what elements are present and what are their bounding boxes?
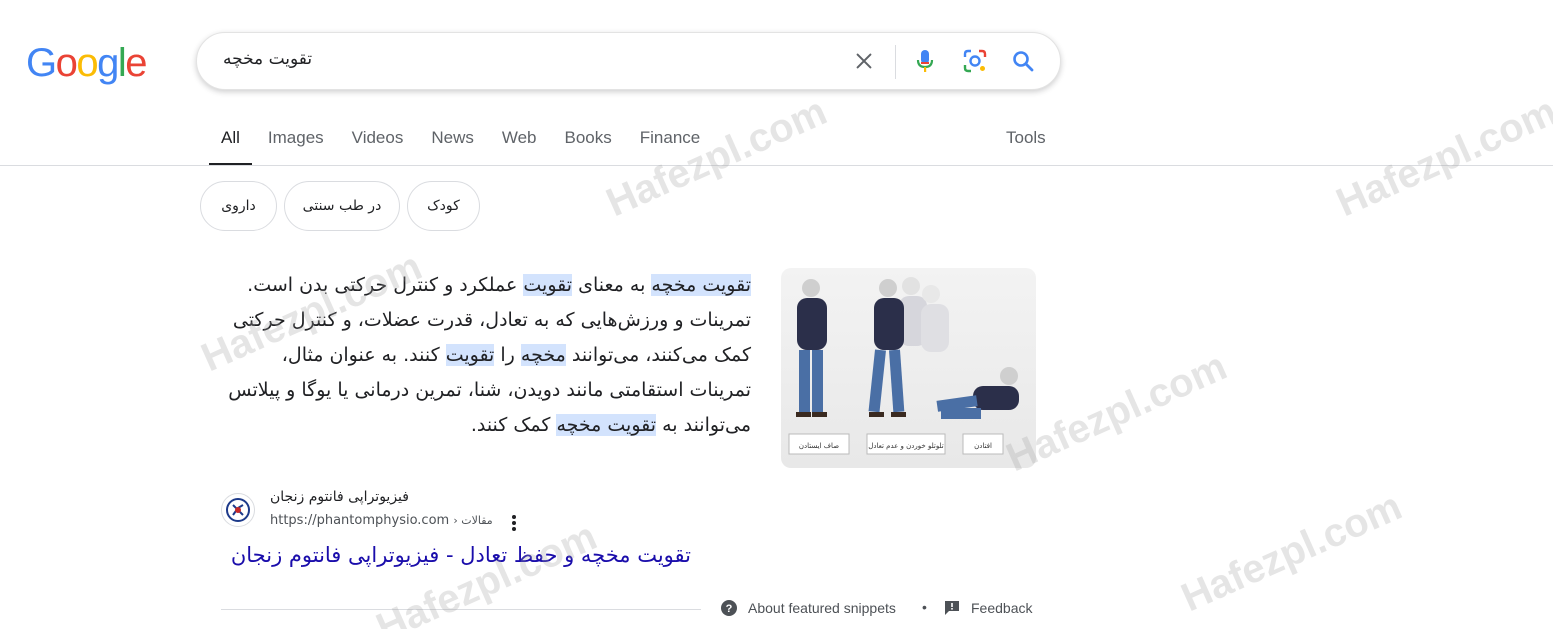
tab-web[interactable]: Web — [502, 118, 537, 166]
feedback-label: Feedback — [971, 600, 1033, 616]
snippet-highlight: تقویت مخچه — [556, 414, 657, 436]
footer-separator: • — [922, 599, 927, 615]
watermark: Hafezpl.com — [1175, 484, 1409, 621]
clear-search-button[interactable] — [849, 46, 879, 76]
featured-snippet-text: تقویت مخچه به معنای تقویت عملکرد و کنترل… — [221, 268, 751, 443]
camera-lens-icon — [963, 49, 987, 73]
tab-news[interactable]: News — [431, 118, 474, 166]
about-label: About featured snippets — [748, 600, 896, 616]
svg-text:?: ? — [726, 603, 733, 615]
search-box[interactable]: تقویت مخچه — [196, 32, 1061, 90]
help-icon: ? — [721, 600, 737, 616]
voice-search-button[interactable] — [910, 46, 940, 76]
snippet-highlight: تقویت — [445, 344, 495, 366]
tab-finance[interactable]: Finance — [640, 118, 700, 166]
search-divider — [895, 45, 896, 79]
phantom-logo-icon — [226, 498, 250, 522]
snippet-highlight: مخچه — [520, 344, 566, 366]
logo-letter: G — [26, 41, 57, 85]
search-icon — [1013, 51, 1034, 72]
snippet-image[interactable]: صاف ایستادن تلوتلو خوردن و عدم تعادل افت… — [781, 268, 1036, 468]
logo-letter: o — [55, 41, 78, 85]
about-featured-snippets-button[interactable]: ? About featured snippets — [720, 599, 896, 617]
snippet-text: کمک کنند. — [470, 414, 557, 436]
site-name[interactable]: فیزیوتراپی فانتوم زنجان — [270, 489, 409, 505]
feedback-icon — [945, 601, 959, 615]
chip-darooi[interactable]: داروی — [200, 181, 277, 231]
refinement-chips: داروی در طب سنتی کودک — [200, 181, 480, 231]
lens-search-button[interactable] — [960, 46, 990, 76]
snippet-text: به معنای — [572, 274, 652, 296]
snippet-highlight: تقویت مخچه — [651, 274, 751, 296]
tab-videos[interactable]: Videos — [352, 118, 404, 166]
snippet-text: را — [494, 344, 521, 366]
tab-all[interactable]: All — [209, 118, 252, 166]
microphone-icon — [916, 50, 934, 72]
image-caption-1: صاف ایستادن — [799, 442, 839, 450]
tab-images[interactable]: Images — [268, 118, 324, 166]
snippet-highlight: تقویت — [523, 274, 573, 296]
site-url-domain: https://phantomphysio.com — [270, 513, 450, 528]
watermark: Hafezpl.com — [1330, 89, 1553, 226]
site-url[interactable]: https://phantomphysio.com › مقالات — [270, 513, 493, 528]
result-title-link[interactable]: تقویت مخچه و حفظ تعادل - فیزیوتراپی فانت… — [221, 543, 691, 567]
image-caption-3: افتادن — [974, 442, 992, 450]
logo-letter: g — [97, 41, 119, 85]
chip-kudak[interactable]: کودک — [407, 181, 480, 231]
more-vert-icon — [512, 515, 516, 531]
result-menu-button[interactable] — [506, 514, 522, 532]
image-caption-2: تلوتلو خوردن و عدم تعادل — [868, 442, 944, 450]
tools-button[interactable]: Tools — [1006, 128, 1046, 148]
google-logo[interactable]: Google — [26, 40, 147, 86]
chip-teb-sonnati[interactable]: در طب سنتی — [284, 181, 400, 231]
watermark: Hafezpl.com — [370, 514, 604, 629]
site-url-path: › مقالات — [453, 514, 493, 527]
tabs-divider — [0, 165, 1553, 166]
balance-illustration: صاف ایستادن تلوتلو خوردن و عدم تعادل افت… — [788, 277, 1019, 455]
logo-letter: o — [76, 41, 98, 85]
footer-divider — [221, 609, 701, 610]
search-input[interactable]: تقویت مخچه — [223, 49, 312, 69]
close-icon — [856, 53, 872, 69]
site-favicon[interactable] — [221, 493, 255, 527]
search-button[interactable] — [1008, 46, 1038, 76]
feedback-button[interactable]: Feedback — [943, 599, 1032, 617]
tab-books[interactable]: Books — [565, 118, 612, 166]
search-tabs: All Images Videos News Web Books Finance — [209, 118, 728, 166]
logo-letter: e — [125, 41, 147, 85]
